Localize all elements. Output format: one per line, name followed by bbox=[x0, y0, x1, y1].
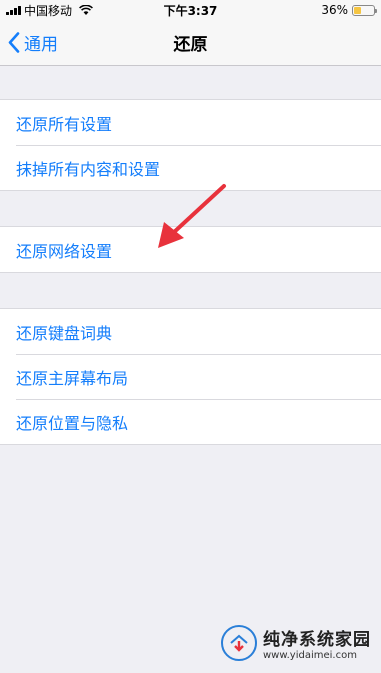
watermark-url: www.yidaimei.com bbox=[263, 650, 357, 661]
battery-icon bbox=[351, 4, 377, 16]
back-label: 通用 bbox=[24, 35, 58, 55]
watermark-name: 纯净系统家园 bbox=[263, 630, 371, 650]
watermark: 纯净系统家园 www.yidaimei.com bbox=[221, 625, 371, 661]
battery-percent: 36% bbox=[321, 3, 348, 17]
wifi-icon bbox=[79, 4, 93, 15]
status-left: 中国移动 bbox=[6, 2, 136, 19]
settings-group-1: 还原所有设置 抹掉所有内容和设置 bbox=[0, 99, 381, 191]
battery-fill bbox=[353, 6, 361, 14]
reset-all-settings-cell[interactable]: 还原所有设置 bbox=[0, 100, 381, 145]
reset-keyboard-dictionary-cell[interactable]: 还原键盘词典 bbox=[0, 309, 381, 354]
red-arrow-annotation bbox=[158, 184, 226, 248]
reset-location-privacy-cell[interactable]: 还原位置与隐私 bbox=[0, 399, 381, 444]
watermark-logo bbox=[221, 625, 257, 661]
home-icon bbox=[230, 634, 248, 652]
signal-icon bbox=[6, 5, 21, 15]
navigation-bar: 通用 还原 bbox=[0, 20, 381, 66]
status-time: 下午3:37 bbox=[163, 3, 218, 18]
watermark-text: 纯净系统家园 www.yidaimei.com bbox=[263, 625, 371, 661]
settings-group-3: 还原键盘词典 还原主屏幕布局 还原位置与隐私 bbox=[0, 308, 381, 445]
chevron-left-icon bbox=[8, 32, 20, 53]
status-bar: 中国移动 下午3:37 36% bbox=[0, 0, 381, 20]
back-button[interactable]: 通用 bbox=[8, 20, 58, 65]
carrier-label: 中国移动 bbox=[24, 3, 73, 18]
page-title: 还原 bbox=[173, 35, 208, 55]
status-right: 36% bbox=[245, 3, 377, 17]
reset-home-screen-layout-cell[interactable]: 还原主屏幕布局 bbox=[0, 354, 381, 399]
